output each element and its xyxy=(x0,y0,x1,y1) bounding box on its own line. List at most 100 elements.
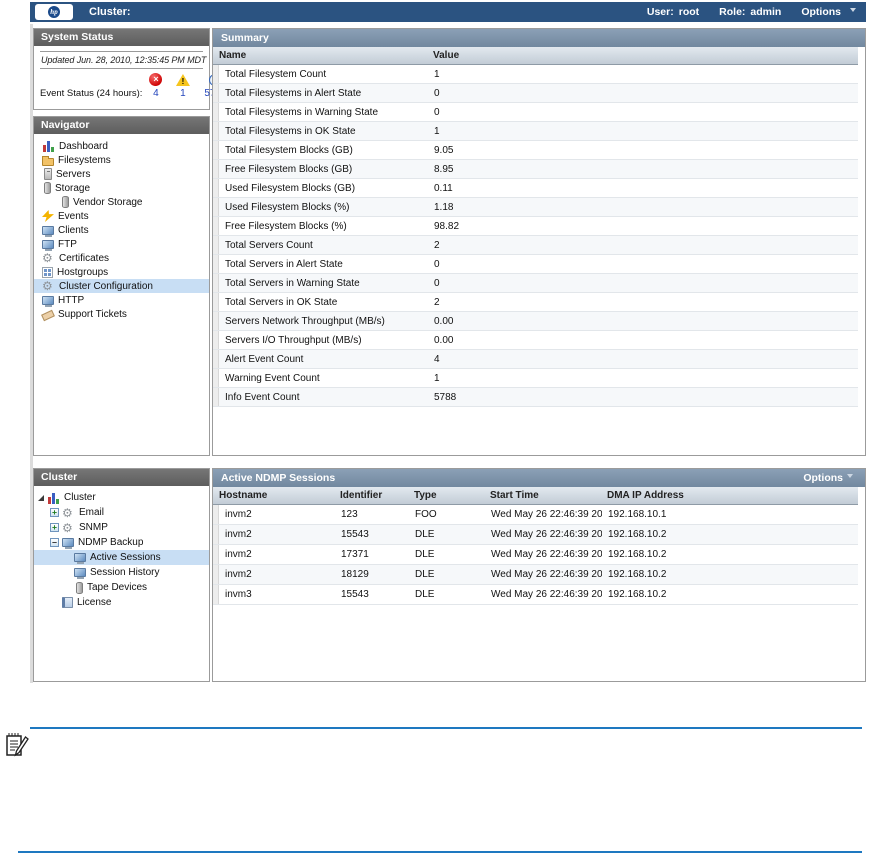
sidebar-item-vendor-storage[interactable]: Vendor Storage xyxy=(34,195,209,209)
column-header-type: Type xyxy=(414,490,437,501)
table-row[interactable]: Total Servers in Warning State 0 xyxy=(213,274,858,293)
system-status-panel: System Status Updated Jun. 28, 2010, 12:… xyxy=(33,28,227,110)
table-row[interactable]: invm3 15543 DLE Wed May 26 22:46:39 2010 192… xyxy=(213,585,858,605)
sidebar-item-hostgroups[interactable]: Hostgroups xyxy=(34,265,209,279)
sidebar-item-certificates[interactable]: Certificates xyxy=(34,251,209,265)
error-icon: × xyxy=(149,73,163,86)
warning-icon xyxy=(175,74,190,86)
table-row[interactable]: Total Filesystem Blocks (GB) 9.05 xyxy=(213,141,858,160)
user-label: User: xyxy=(646,6,674,18)
event-status-label: Event Status (24 hours): xyxy=(40,88,143,99)
role-label: Role: xyxy=(719,6,746,18)
tree-item-tape-devices[interactable]: Tape Devices xyxy=(34,580,209,595)
top-bar: hp Cluster: User: root Role: admin Optio… xyxy=(30,2,866,22)
sidebar-item-storage[interactable]: Storage xyxy=(34,181,209,195)
expand-plus-icon[interactable] xyxy=(50,508,59,517)
sidebar-item-support-tickets[interactable]: Support Tickets xyxy=(34,307,209,321)
table-row[interactable]: Used Filesystem Blocks (GB) 0.11 xyxy=(213,179,858,198)
sidebar-item-cluster-configuration[interactable]: Cluster Configuration xyxy=(34,279,209,293)
cluster-panel-header: Cluster xyxy=(34,469,209,486)
tree-item-email[interactable]: Email xyxy=(34,505,209,520)
table-row[interactable]: invm2 17371 DLE Wed May 26 22:46:39 2010 192… xyxy=(213,545,858,565)
note-divider xyxy=(30,727,862,729)
tree-item-active-sessions[interactable]: Active Sessions xyxy=(34,550,209,565)
sidebar-item-clients[interactable]: Clients xyxy=(34,223,209,237)
computer-icon xyxy=(42,295,54,307)
tree-item-session-history[interactable]: Session History xyxy=(34,565,209,580)
ndmp-sessions-panel: Active NDMP Sessions Options Hostname Id… xyxy=(212,468,866,682)
expand-plus-icon[interactable] xyxy=(50,523,59,532)
gear-icon xyxy=(62,507,75,519)
cluster-panel: Cluster Cluster Email SNMP NDMP Backup A… xyxy=(33,468,210,682)
page-bottom-divider xyxy=(18,851,862,853)
sidebar-item-events[interactable]: Events xyxy=(34,209,209,223)
document-page: hp Cluster: User: root Role: admin Optio… xyxy=(0,0,876,857)
gear-icon xyxy=(42,252,55,264)
ndmp-table: Hostname Identifier Type Start Time DMA … xyxy=(213,487,858,605)
column-header-start-time: Start Time xyxy=(490,490,539,501)
computer-icon xyxy=(62,538,74,549)
table-row[interactable]: Warning Event Count 1 xyxy=(213,369,858,388)
user-value: root xyxy=(678,6,700,18)
server-icon xyxy=(44,168,52,180)
summary-header: Summary xyxy=(221,32,269,44)
table-row[interactable]: Total Filesystems in Warning State 0 xyxy=(213,103,858,122)
table-row[interactable]: invm2 15543 DLE Wed May 26 22:46:39 2010 192… xyxy=(213,525,858,545)
chart-icon xyxy=(42,140,55,152)
ndmp-table-header: Hostname Identifier Type Start Time DMA … xyxy=(213,487,858,505)
warning-count-link[interactable]: 1 xyxy=(169,88,196,99)
tree-item-license[interactable]: License xyxy=(34,595,209,610)
table-row[interactable]: Servers I/O Throughput (MB/s) 0.00 xyxy=(213,331,858,350)
collapse-minus-icon[interactable] xyxy=(50,538,59,547)
sidebar-item-dashboard[interactable]: Dashboard xyxy=(34,139,209,153)
column-header-identifier: Identifier xyxy=(340,490,383,501)
storage-icon xyxy=(76,581,83,594)
system-status-header: System Status xyxy=(34,29,209,46)
hp-logo: hp xyxy=(35,4,73,20)
ndmp-header: Active NDMP Sessions xyxy=(221,472,336,484)
note-icon xyxy=(6,733,29,757)
chevron-down-icon xyxy=(850,8,856,12)
table-row[interactable]: Total Filesystem Count 1 xyxy=(213,65,858,84)
tree-item-cluster[interactable]: Cluster xyxy=(34,490,209,505)
table-row[interactable]: Total Filesystems in OK State 1 xyxy=(213,122,858,141)
column-header-value: Value xyxy=(433,50,460,61)
table-row[interactable]: Total Servers in OK State 2 xyxy=(213,293,858,312)
table-row[interactable]: Used Filesystem Blocks (%) 1.18 xyxy=(213,198,858,217)
gear-icon xyxy=(62,522,75,534)
table-row[interactable]: Total Servers in Alert State 0 xyxy=(213,255,858,274)
expanded-triangle-icon[interactable] xyxy=(38,494,44,501)
column-header-name: Name xyxy=(219,50,247,61)
table-row[interactable]: invm2 123 FOO Wed May 26 22:46:39 2010 192.1… xyxy=(213,505,858,525)
sidebar-item-servers[interactable]: Servers xyxy=(34,167,209,181)
column-header-hostname: Hostname xyxy=(219,490,268,501)
table-row[interactable]: Servers Network Throughput (MB/s) 0.00 xyxy=(213,312,858,331)
sidebar-item-filesystems[interactable]: Filesystems xyxy=(34,153,209,167)
book-icon xyxy=(62,597,73,608)
sidebar-item-ftp[interactable]: FTP xyxy=(34,237,209,251)
table-row[interactable]: Free Filesystem Blocks (%) 98.82 xyxy=(213,217,858,236)
table-row[interactable]: Alert Event Count 4 xyxy=(213,350,858,369)
options-menu[interactable]: Options xyxy=(801,6,856,18)
table-row[interactable]: Total Servers Count 2 xyxy=(213,236,858,255)
alert-count-link[interactable]: 4 xyxy=(142,88,169,99)
computer-icon xyxy=(42,239,54,251)
tree-item-ndmp-backup[interactable]: NDMP Backup xyxy=(34,535,209,550)
ndmp-options-menu[interactable]: Options xyxy=(803,469,853,487)
table-row[interactable]: invm2 18129 DLE Wed May 26 22:46:39 2010 192… xyxy=(213,565,858,585)
updated-timestamp: Updated Jun. 28, 2010, 12:35:45 PM MDT xyxy=(40,51,206,69)
table-row[interactable]: Free Filesystem Blocks (GB) 8.95 xyxy=(213,160,858,179)
tree-item-snmp[interactable]: SNMP xyxy=(34,520,209,535)
lightning-icon xyxy=(42,210,54,222)
computer-icon xyxy=(42,225,54,237)
chart-icon xyxy=(47,491,60,504)
summary-table-header: Name Value xyxy=(213,47,858,65)
cluster-tree: Cluster Email SNMP NDMP Backup Active Se… xyxy=(34,486,209,610)
gear-icon xyxy=(42,280,55,292)
table-row[interactable]: Info Event Count 5788 xyxy=(213,388,858,407)
window-title: Cluster: xyxy=(89,6,131,18)
summary-panel: Summary Name Value Total Filesystem Coun… xyxy=(212,28,866,456)
sidebar-item-http[interactable]: HTTP xyxy=(34,293,209,307)
table-row[interactable]: Total Filesystems in Alert State 0 xyxy=(213,84,858,103)
hp-logo-icon: hp xyxy=(48,6,60,18)
